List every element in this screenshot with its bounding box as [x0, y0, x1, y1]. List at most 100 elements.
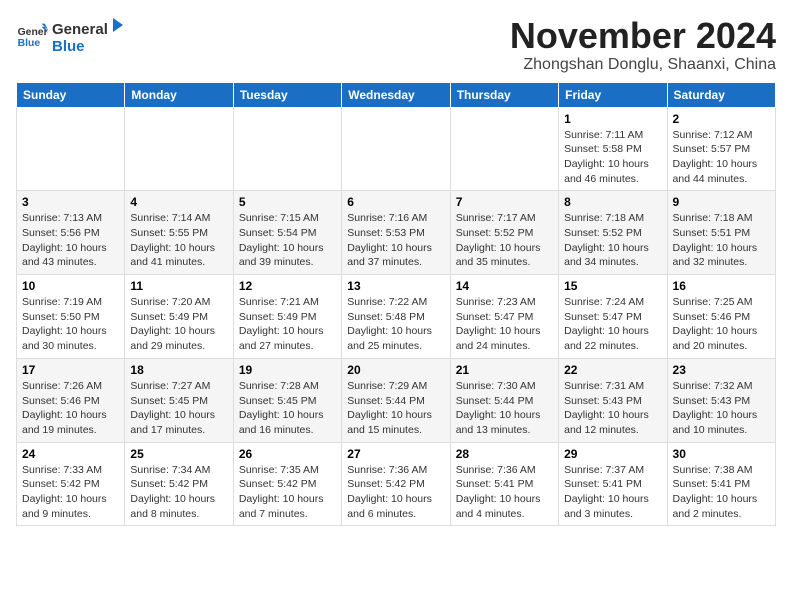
calendar-week-4: 17Sunrise: 7:26 AM Sunset: 5:46 PM Dayli… [17, 358, 776, 442]
calendar-cell: 13 Sunrise: 7:22 AM Sunset: 5:48 PM Dayli… [342, 275, 450, 359]
day-number: 10 [22, 279, 119, 293]
day-info: Sunrise: 7:36 AM Sunset: 5:41 PM Dayligh… [456, 463, 553, 522]
calendar-cell: 14 Sunrise: 7:23 AM Sunset: 5:47 PM Dayli… [450, 275, 558, 359]
day-info: Sunrise: 7:24 AM Sunset: 5:47 PM Dayligh… [564, 295, 661, 354]
calendar-cell: 4 Sunrise: 7:14 AM Sunset: 5:55 PM Daylig… [125, 191, 233, 275]
day-number: 28 [456, 447, 553, 461]
calendar-cell: 10 Sunrise: 7:19 AM Sunset: 5:50 PM Dayli… [17, 275, 125, 359]
calendar-cell: 24 Sunrise: 7:33 AM Sunset: 5:42 PM Dayli… [17, 442, 125, 526]
weekday-header-sunday: Sunday [17, 82, 125, 107]
calendar-cell: 11 Sunrise: 7:20 AM Sunset: 5:49 PM Dayli… [125, 275, 233, 359]
calendar-cell: 3 Sunrise: 7:13 AM Sunset: 5:56 PM Daylig… [17, 191, 125, 275]
calendar-cell: 9Sunrise: 7:18 AM Sunset: 5:51 PM Daylig… [667, 191, 775, 275]
calendar-cell: 2Sunrise: 7:12 AM Sunset: 5:57 PM Daylig… [667, 107, 775, 191]
day-number: 2 [673, 112, 770, 126]
calendar-cell: 30Sunrise: 7:38 AM Sunset: 5:41 PM Dayli… [667, 442, 775, 526]
weekday-header: SundayMondayTuesdayWednesdayThursdayFrid… [17, 82, 776, 107]
calendar-cell [233, 107, 341, 191]
day-number: 1 [564, 112, 661, 126]
day-number: 19 [239, 363, 336, 377]
calendar-body: 1 Sunrise: 7:11 AM Sunset: 5:58 PM Daylig… [17, 107, 776, 526]
weekday-header-saturday: Saturday [667, 82, 775, 107]
day-number: 17 [22, 363, 119, 377]
day-number: 22 [564, 363, 661, 377]
location-title: Zhongshan Donglu, Shaanxi, China [510, 56, 776, 74]
day-info: Sunrise: 7:13 AM Sunset: 5:56 PM Dayligh… [22, 211, 119, 270]
day-info: Sunrise: 7:36 AM Sunset: 5:42 PM Dayligh… [347, 463, 444, 522]
day-number: 3 [22, 195, 119, 209]
calendar-cell: 19 Sunrise: 7:28 AM Sunset: 5:45 PM Dayli… [233, 358, 341, 442]
logo-arrow-icon [109, 16, 127, 34]
day-number: 25 [130, 447, 227, 461]
day-number: 4 [130, 195, 227, 209]
day-number: 7 [456, 195, 553, 209]
day-info: Sunrise: 7:17 AM Sunset: 5:52 PM Dayligh… [456, 211, 553, 270]
day-number: 14 [456, 279, 553, 293]
calendar-cell: 18Sunrise: 7:27 AM Sunset: 5:45 PM Dayli… [125, 358, 233, 442]
calendar-cell [450, 107, 558, 191]
logo: General Blue General Blue [16, 16, 128, 55]
weekday-header-wednesday: Wednesday [342, 82, 450, 107]
day-info: Sunrise: 7:28 AM Sunset: 5:45 PM Dayligh… [239, 379, 336, 438]
day-info: Sunrise: 7:30 AM Sunset: 5:44 PM Dayligh… [456, 379, 553, 438]
calendar-cell: 12Sunrise: 7:21 AM Sunset: 5:49 PM Dayli… [233, 275, 341, 359]
calendar-week-2: 3 Sunrise: 7:13 AM Sunset: 5:56 PM Daylig… [17, 191, 776, 275]
calendar-cell: 1 Sunrise: 7:11 AM Sunset: 5:58 PM Daylig… [559, 107, 667, 191]
calendar-week-5: 24 Sunrise: 7:33 AM Sunset: 5:42 PM Dayli… [17, 442, 776, 526]
day-number: 13 [347, 279, 444, 293]
day-number: 16 [673, 279, 770, 293]
day-info: Sunrise: 7:23 AM Sunset: 5:47 PM Dayligh… [456, 295, 553, 354]
logo-text-general: General [52, 21, 108, 38]
day-info: Sunrise: 7:22 AM Sunset: 5:48 PM Dayligh… [347, 295, 444, 354]
day-number: 8 [564, 195, 661, 209]
calendar-cell: 29 Sunrise: 7:37 AM Sunset: 5:41 PM Dayli… [559, 442, 667, 526]
day-info: Sunrise: 7:11 AM Sunset: 5:58 PM Dayligh… [564, 128, 661, 187]
calendar-week-1: 1 Sunrise: 7:11 AM Sunset: 5:58 PM Daylig… [17, 107, 776, 191]
day-info: Sunrise: 7:19 AM Sunset: 5:50 PM Dayligh… [22, 295, 119, 354]
calendar-cell [17, 107, 125, 191]
title-area: November 2024 Zhongshan Donglu, Shaanxi,… [510, 16, 776, 74]
day-number: 23 [673, 363, 770, 377]
day-info: Sunrise: 7:37 AM Sunset: 5:41 PM Dayligh… [564, 463, 661, 522]
calendar-cell: 21Sunrise: 7:30 AM Sunset: 5:44 PM Dayli… [450, 358, 558, 442]
day-number: 5 [239, 195, 336, 209]
calendar-table: SundayMondayTuesdayWednesdayThursdayFrid… [16, 82, 776, 527]
logo-text-blue: Blue [52, 38, 128, 55]
day-info: Sunrise: 7:38 AM Sunset: 5:41 PM Dayligh… [673, 463, 770, 522]
day-number: 18 [130, 363, 227, 377]
calendar-cell [125, 107, 233, 191]
calendar-cell [342, 107, 450, 191]
weekday-header-thursday: Thursday [450, 82, 558, 107]
calendar-cell: 6 Sunrise: 7:16 AM Sunset: 5:53 PM Daylig… [342, 191, 450, 275]
header: General Blue General Blue November 2024 … [16, 16, 776, 74]
day-info: Sunrise: 7:25 AM Sunset: 5:46 PM Dayligh… [673, 295, 770, 354]
calendar-cell: 26Sunrise: 7:35 AM Sunset: 5:42 PM Dayli… [233, 442, 341, 526]
calendar-cell: 15 Sunrise: 7:24 AM Sunset: 5:47 PM Dayli… [559, 275, 667, 359]
calendar-cell: 7 Sunrise: 7:17 AM Sunset: 5:52 PM Daylig… [450, 191, 558, 275]
calendar-cell: 20Sunrise: 7:29 AM Sunset: 5:44 PM Dayli… [342, 358, 450, 442]
day-number: 24 [22, 447, 119, 461]
day-info: Sunrise: 7:16 AM Sunset: 5:53 PM Dayligh… [347, 211, 444, 270]
day-info: Sunrise: 7:14 AM Sunset: 5:55 PM Dayligh… [130, 211, 227, 270]
day-info: Sunrise: 7:15 AM Sunset: 5:54 PM Dayligh… [239, 211, 336, 270]
day-number: 6 [347, 195, 444, 209]
day-number: 29 [564, 447, 661, 461]
day-info: Sunrise: 7:31 AM Sunset: 5:43 PM Dayligh… [564, 379, 661, 438]
day-info: Sunrise: 7:33 AM Sunset: 5:42 PM Dayligh… [22, 463, 119, 522]
calendar-cell: 5 Sunrise: 7:15 AM Sunset: 5:54 PM Daylig… [233, 191, 341, 275]
day-info: Sunrise: 7:21 AM Sunset: 5:49 PM Dayligh… [239, 295, 336, 354]
weekday-header-monday: Monday [125, 82, 233, 107]
weekday-header-friday: Friday [559, 82, 667, 107]
day-info: Sunrise: 7:20 AM Sunset: 5:49 PM Dayligh… [130, 295, 227, 354]
day-info: Sunrise: 7:34 AM Sunset: 5:42 PM Dayligh… [130, 463, 227, 522]
month-title: November 2024 [510, 16, 776, 56]
day-info: Sunrise: 7:18 AM Sunset: 5:52 PM Dayligh… [564, 211, 661, 270]
calendar-cell: 28 Sunrise: 7:36 AM Sunset: 5:41 PM Dayli… [450, 442, 558, 526]
day-number: 26 [239, 447, 336, 461]
day-number: 15 [564, 279, 661, 293]
calendar-cell: 23 Sunrise: 7:32 AM Sunset: 5:43 PM Dayli… [667, 358, 775, 442]
day-info: Sunrise: 7:32 AM Sunset: 5:43 PM Dayligh… [673, 379, 770, 438]
day-number: 27 [347, 447, 444, 461]
logo-icon: General Blue [16, 22, 48, 50]
day-number: 11 [130, 279, 227, 293]
